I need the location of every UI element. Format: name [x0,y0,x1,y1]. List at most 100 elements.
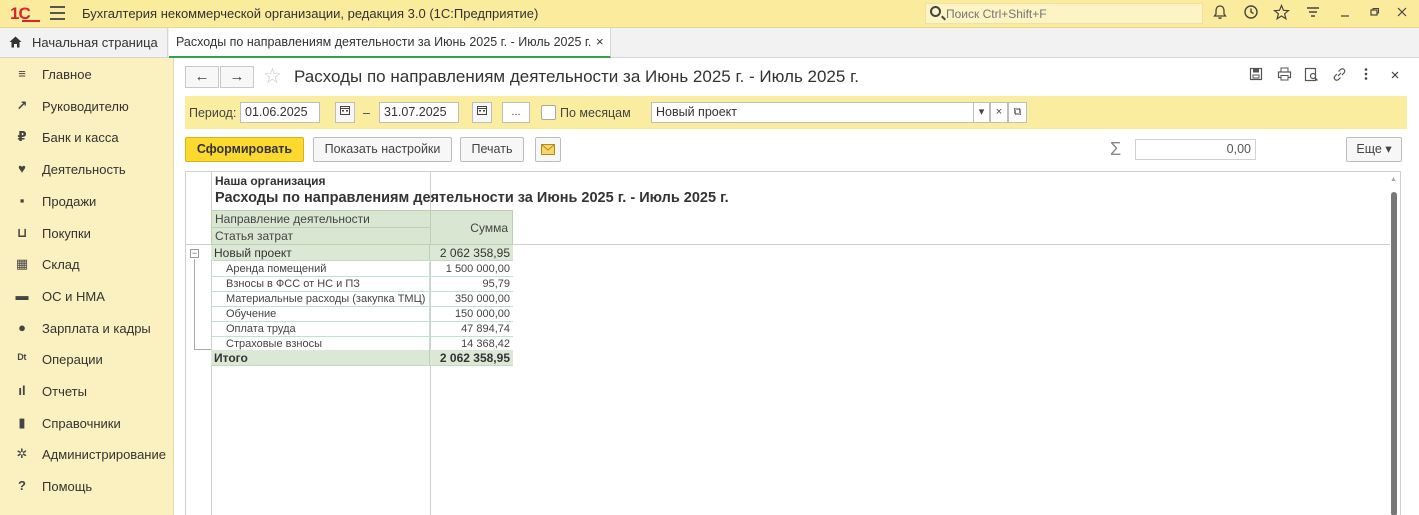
period-dash: – [363,106,370,120]
search-input[interactable] [946,6,1196,22]
project-dropdown-icon[interactable]: ▾ [973,102,990,123]
sidebar-item-icon: ✲ [16,446,28,462]
tree-line [194,349,211,350]
sidebar-item-label: Продажи [42,193,97,209]
date-to-field[interactable]: 31.07.2025 [379,102,459,123]
sidebar-item[interactable]: ● Зарплата и кадры [0,314,174,342]
cost-item-value: 14 368,42 [461,338,510,350]
sidebar-item-label: Покупки [42,225,91,241]
close-window-icon[interactable] [1392,4,1412,24]
app-logo-underline [22,20,40,22]
by-months-label: По месяцам [560,106,631,120]
sidebar-item-icon: ≡ [18,66,26,81]
cost-item-value: 47 894,74 [461,323,510,335]
email-button[interactable] [535,137,561,162]
sidebar-item-label: Справочники [42,415,121,431]
sidebar-item[interactable]: ▬ ОС и НМА [0,282,174,310]
scrollbar-thumb[interactable] [1391,192,1397,515]
search-icon [930,6,941,17]
table-row[interactable]: Обучение 150 000,00 [211,307,513,322]
cost-item-value: 1 500 000,00 [445,263,510,275]
sidebar-item[interactable]: ↗ Руководителю [0,92,174,120]
print-button[interactable]: Печать [460,137,524,162]
cost-item-name: Материальные расходы (закупка ТМЦ) [226,293,426,305]
by-months-checkbox[interactable] [541,105,556,120]
sidebar-item-icon: ♥ [18,161,26,177]
filter-menu-icon[interactable] [1303,4,1323,24]
sidebar-item-icon: ᴰᵗ [17,351,27,367]
column-direction-header: Направление деятельности [211,210,431,228]
project-field[interactable]: Новый проект [651,102,974,123]
back-button[interactable]: ← [185,66,219,88]
sidebar-item[interactable]: ▮ Справочники [0,409,174,437]
print-icon[interactable] [1275,67,1293,85]
table-row[interactable]: Материальные расходы (закупка ТМЦ) 350 00… [211,292,513,307]
table-row[interactable]: Оплата труда 47 894,74 [211,322,513,337]
report-title: Расходы по направлениям деятельности за … [215,190,729,206]
cost-item-name: Взносы в ФСС от НС и ПЗ [226,278,360,290]
tab-home[interactable]: Начальная страница [0,28,168,57]
link-icon[interactable] [1330,67,1348,85]
more-vertical-icon[interactable] [1357,67,1375,85]
period-label: Период: [189,106,237,120]
sidebar-item[interactable]: ₽ Банк и касса [0,123,174,151]
favorite-star-icon[interactable]: ☆ [263,64,282,89]
sidebar-item[interactable]: ✲ Администрирование [0,440,174,468]
table-row[interactable]: Аренда помещений 1 500 000,00 [211,262,513,277]
date-from-field[interactable]: 01.06.2025 [240,102,320,123]
calendar-from-icon[interactable] [335,102,355,123]
vertical-scrollbar[interactable]: ▲ [1387,172,1400,515]
sections-panel: ≡ Главное ↗ Руководителю ₽ Банк и касса ♥ Деяте… [0,58,174,515]
cost-item-value: 95,79 [482,278,510,290]
main-menu-icon[interactable] [50,6,65,20]
sidebar-item[interactable]: ▦ Склад [0,250,174,278]
tab-report[interactable]: Расходы по направлениям деятельности за … [169,28,611,58]
show-settings-button[interactable]: Показать настройки [313,137,452,162]
favorites-star-icon[interactable] [1271,3,1291,24]
sidebar-item-icon: ? [18,478,26,494]
sidebar-item-label: Банк и касса [42,130,119,146]
bell-icon[interactable] [1210,4,1230,24]
preview-icon[interactable] [1302,67,1320,85]
sidebar-item[interactable]: ≡ Главное [0,60,174,88]
app-title: Бухгалтерия некоммерческой организации, … [82,6,539,21]
sidebar-item[interactable]: ? Помощь [0,472,174,500]
scroll-up-icon[interactable]: ▲ [1390,176,1397,183]
period-select-button[interactable]: ... [502,102,530,123]
history-icon[interactable] [1241,4,1261,24]
home-icon [9,36,22,48]
sidebar-item[interactable]: ⊔ Покупки [0,219,174,247]
calendar-to-icon[interactable] [472,102,492,123]
sidebar-item-label: Помощь [42,479,93,495]
minimize-icon[interactable] [1335,4,1355,24]
cost-item-name: Оплата труда [226,323,296,335]
sidebar-item-icon: ↗ [16,97,28,113]
forward-button[interactable]: → [220,66,254,88]
sidebar-item[interactable]: ▪ Продажи [0,187,174,215]
sidebar-item-icon: ▪ [19,192,25,208]
sidebar-item-label: Администрирование [42,447,166,463]
report-document[interactable]: Наша организация Расходы по направлениям… [185,171,1401,515]
sidebar-item[interactable]: ♥ Деятельность [0,155,174,183]
tab-close-icon[interactable]: × [596,34,604,49]
group-row[interactable]: Новый проект 2 062 358,95 [211,245,513,261]
cost-item-value: 150 000,00 [454,308,510,320]
table-row[interactable]: Взносы в ФСС от НС и ПЗ 95,79 [211,277,513,292]
project-clear-icon[interactable]: × [990,102,1008,123]
cost-item-name: Обучение [226,308,277,320]
save-icon[interactable] [1247,67,1265,85]
restore-icon[interactable] [1364,4,1384,24]
sidebar-item-icon: ● [18,319,26,335]
sidebar-item[interactable]: ıl Отчеты [0,377,174,405]
cost-item-value: 350 000,00 [454,293,510,305]
project-open-icon[interactable]: ⧉ [1008,102,1027,123]
sidebar-item-label: Операции [42,352,103,368]
collapse-group-icon[interactable]: − [190,249,199,258]
sidebar-item[interactable]: ᴰᵗ Операции [0,345,174,373]
search-box[interactable] [925,3,1203,24]
generate-button[interactable]: Сформировать [185,137,304,162]
close-form-icon[interactable] [1386,67,1404,85]
cost-item-name: Страховые взносы [226,338,322,350]
cost-item-name: Аренда помещений [226,263,327,275]
more-menu-button[interactable]: Еще ▾ [1346,137,1402,162]
